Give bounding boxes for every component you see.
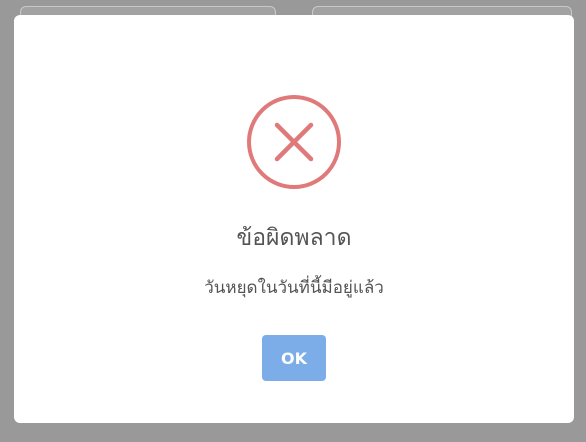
error-x-icon <box>247 95 341 189</box>
dialog-message: วันหยุดในวันที่นี้มีอยู่แล้ว <box>204 278 384 298</box>
dialog-title: ข้อผิดพลาด <box>236 225 352 251</box>
error-dialog: ข้อผิดพลาด วันหยุดในวันที่นี้มีอยู่แล้ว … <box>14 15 574 423</box>
ok-button[interactable]: OK <box>262 335 326 381</box>
